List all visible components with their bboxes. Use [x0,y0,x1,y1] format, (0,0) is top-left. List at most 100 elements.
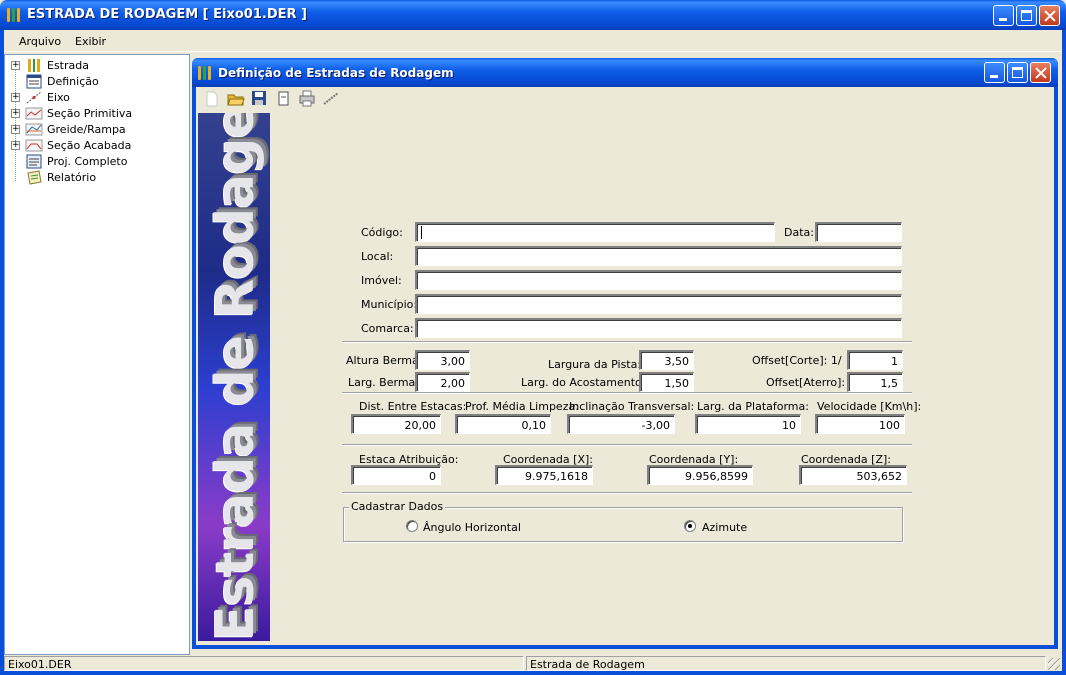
tree-item-greide-rampa[interactable]: + Greide/Rampa [9,122,187,138]
new-file-icon[interactable] [202,89,222,108]
minimize-button[interactable] [993,5,1014,26]
radio-azimute[interactable] [684,520,696,532]
data-label: Data: [784,226,814,239]
tree-item-definicao[interactable]: Definição [9,74,187,90]
tree-item-label: Eixo [47,91,70,104]
definicao-window: Definição de Estradas de Rodagem Estrada… [192,58,1058,649]
expand-icon[interactable]: + [11,109,20,118]
velocidade-label: Velocidade [Km\h]: [817,400,922,413]
tree-item-eixo[interactable]: + Eixo [9,90,187,106]
expand-icon[interactable]: + [11,141,20,150]
separator [342,492,912,494]
tree-item-relatorio[interactable]: Relatório [9,170,187,186]
tree-item-proj-completo[interactable]: Proj. Completo [9,154,187,170]
dist-estacas-label: Dist. Entre Estacas: [359,400,467,413]
largura-pista-label: Largura da Pista: [548,358,642,371]
altura-berma-field[interactable]: 3,00 [415,350,470,370]
maximize-icon [1021,10,1032,21]
window-frame-bottom [0,671,1066,675]
tree-item-label: Seção Acabada [47,139,132,152]
status-file: Eixo01.DER [4,656,524,671]
local-field[interactable] [415,246,902,266]
offset-corte-field[interactable]: 1 [847,350,903,370]
tree-item-estrada[interactable]: + Estrada de Rodagem Estrada [9,58,187,74]
angulo-horizontal-label[interactable]: Ângulo Horizontal [423,521,521,534]
codigo-field[interactable] [415,222,775,242]
axis-icon [26,91,42,104]
child-app-icon [198,66,214,80]
tree-item-secao-primitiva[interactable]: + Seção Primitiva [9,106,187,122]
larg-plataforma-field[interactable]: 10 [695,414,801,434]
cadastrar-dados-group: Cadastrar Dados Ângulo Horizontal Azimut… [343,500,903,542]
print-icon[interactable] [297,89,317,108]
tree-item-secao-acabada[interactable]: + Seção Acabada [9,138,187,154]
coord-z-field[interactable]: 503,652 [799,465,907,485]
child-title: Definição de Estradas de Rodagem [218,66,454,80]
report-icon [27,170,42,185]
menu-exibir[interactable]: Exibir [75,35,106,48]
tree-item-label: Seção Primitiva [47,107,133,120]
expand-icon[interactable]: + [11,61,20,70]
close-button[interactable] [1039,5,1060,26]
tree-item-label: Greide/Rampa [47,123,126,136]
largura-pista-field[interactable]: 3,50 [639,350,694,370]
larg-berma-label: Larg. Berma: [348,376,419,389]
maximize-icon [1012,67,1023,78]
ruler-icon[interactable] [321,89,341,108]
export-icon[interactable] [273,89,293,108]
grade-icon [25,123,43,136]
separator [342,341,912,343]
altura-berma-label: Altura Berma: [346,354,423,367]
app-titlebar: ESTRADA DE RODAGEM [ Eixo01.DER ] [0,0,1066,30]
municipio-field[interactable] [415,294,902,314]
resize-grip-icon[interactable] [1048,658,1060,670]
comarca-label: Comarca: [361,322,414,335]
municipio-label: Município: [361,298,418,311]
radio-angulo-horizontal[interactable] [406,520,418,532]
offset-aterro-field[interactable]: 1,5 [847,372,903,392]
menu-bar: Arquivo Exibir [4,30,1062,52]
minimize-icon [990,75,998,78]
velocidade-field[interactable]: 100 [815,414,905,434]
tree-item-label: Relatório [47,171,97,184]
app-icon [7,8,23,22]
maximize-button[interactable] [1016,5,1037,26]
imovel-field[interactable] [415,270,902,290]
dist-estacas-field[interactable]: 20,00 [351,414,441,434]
expand-icon[interactable]: + [11,93,20,102]
status-bar: Eixo01.DER Estrada de Rodagem [4,655,1062,671]
codigo-label: Código: [361,226,403,239]
inclinacao-field[interactable]: -3,00 [567,414,675,434]
expand-icon[interactable]: + [11,125,20,134]
azimute-label[interactable]: Azimute [702,521,747,534]
larg-acostamento-field[interactable]: 1,50 [639,372,694,392]
section-icon [25,107,43,120]
status-app: Estrada de Rodagem [526,656,1046,671]
project-icon [26,154,42,169]
child-maximize-button[interactable] [1007,62,1028,83]
open-folder-icon[interactable] [226,89,246,108]
minimize-icon [999,18,1007,21]
child-minimize-button[interactable] [984,62,1005,83]
data-field[interactable] [815,222,902,242]
estaca-atribuicao-field[interactable]: 0 [351,465,441,485]
coord-x-field[interactable]: 9.975,1618 [495,465,593,485]
tree-item-label: Proj. Completo [47,155,128,168]
coord-y-field[interactable]: 9.956,8599 [647,465,753,485]
navigation-tree[interactable]: + Estrada de Rodagem Estrada Definição +… [4,54,190,655]
prof-limpeza-field[interactable]: 0,10 [455,414,551,434]
banner-text: Estrada de Rodagem [206,113,266,641]
window-frame-right [1062,30,1066,675]
toolbar [198,87,348,111]
inclinacao-label: Inclinação Transversal: [569,400,695,413]
larg-berma-field[interactable]: 2,00 [415,372,470,392]
comarca-field[interactable] [415,318,902,338]
banner-image: Estrada de Rodagem [198,113,270,641]
menu-arquivo[interactable]: Arquivo [19,35,61,48]
child-close-button[interactable] [1030,62,1051,83]
save-icon[interactable] [249,89,269,108]
local-label: Local: [361,250,394,263]
offset-corte-label: Offset[Corte]: 1/ [752,354,842,367]
child-titlebar: Definição de Estradas de Rodagem [192,58,1058,87]
larg-acostamento-label: Larg. do Acostamento: [521,376,646,389]
